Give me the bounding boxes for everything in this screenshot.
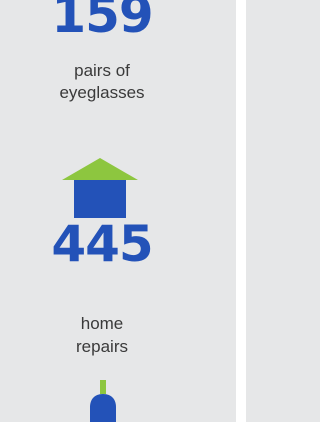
stat-label-home-repairs-line2: repairs xyxy=(76,337,128,356)
stat-label-home-repairs-line1: home xyxy=(80,314,124,333)
stat-label-eyeglasses-line1: pairs of xyxy=(74,61,130,80)
pin-icon xyxy=(76,380,130,422)
stat-label-eyeglasses-line2: eyeglasses xyxy=(59,83,145,102)
stat-number-eyeglasses: 159 xyxy=(51,0,153,44)
house-icon xyxy=(62,158,138,218)
infographic-page: 159 pairs of eyeglasses 445 home repairs xyxy=(0,0,246,422)
stat-number-home-repairs: 445 xyxy=(51,215,153,273)
right-divider xyxy=(236,0,246,422)
